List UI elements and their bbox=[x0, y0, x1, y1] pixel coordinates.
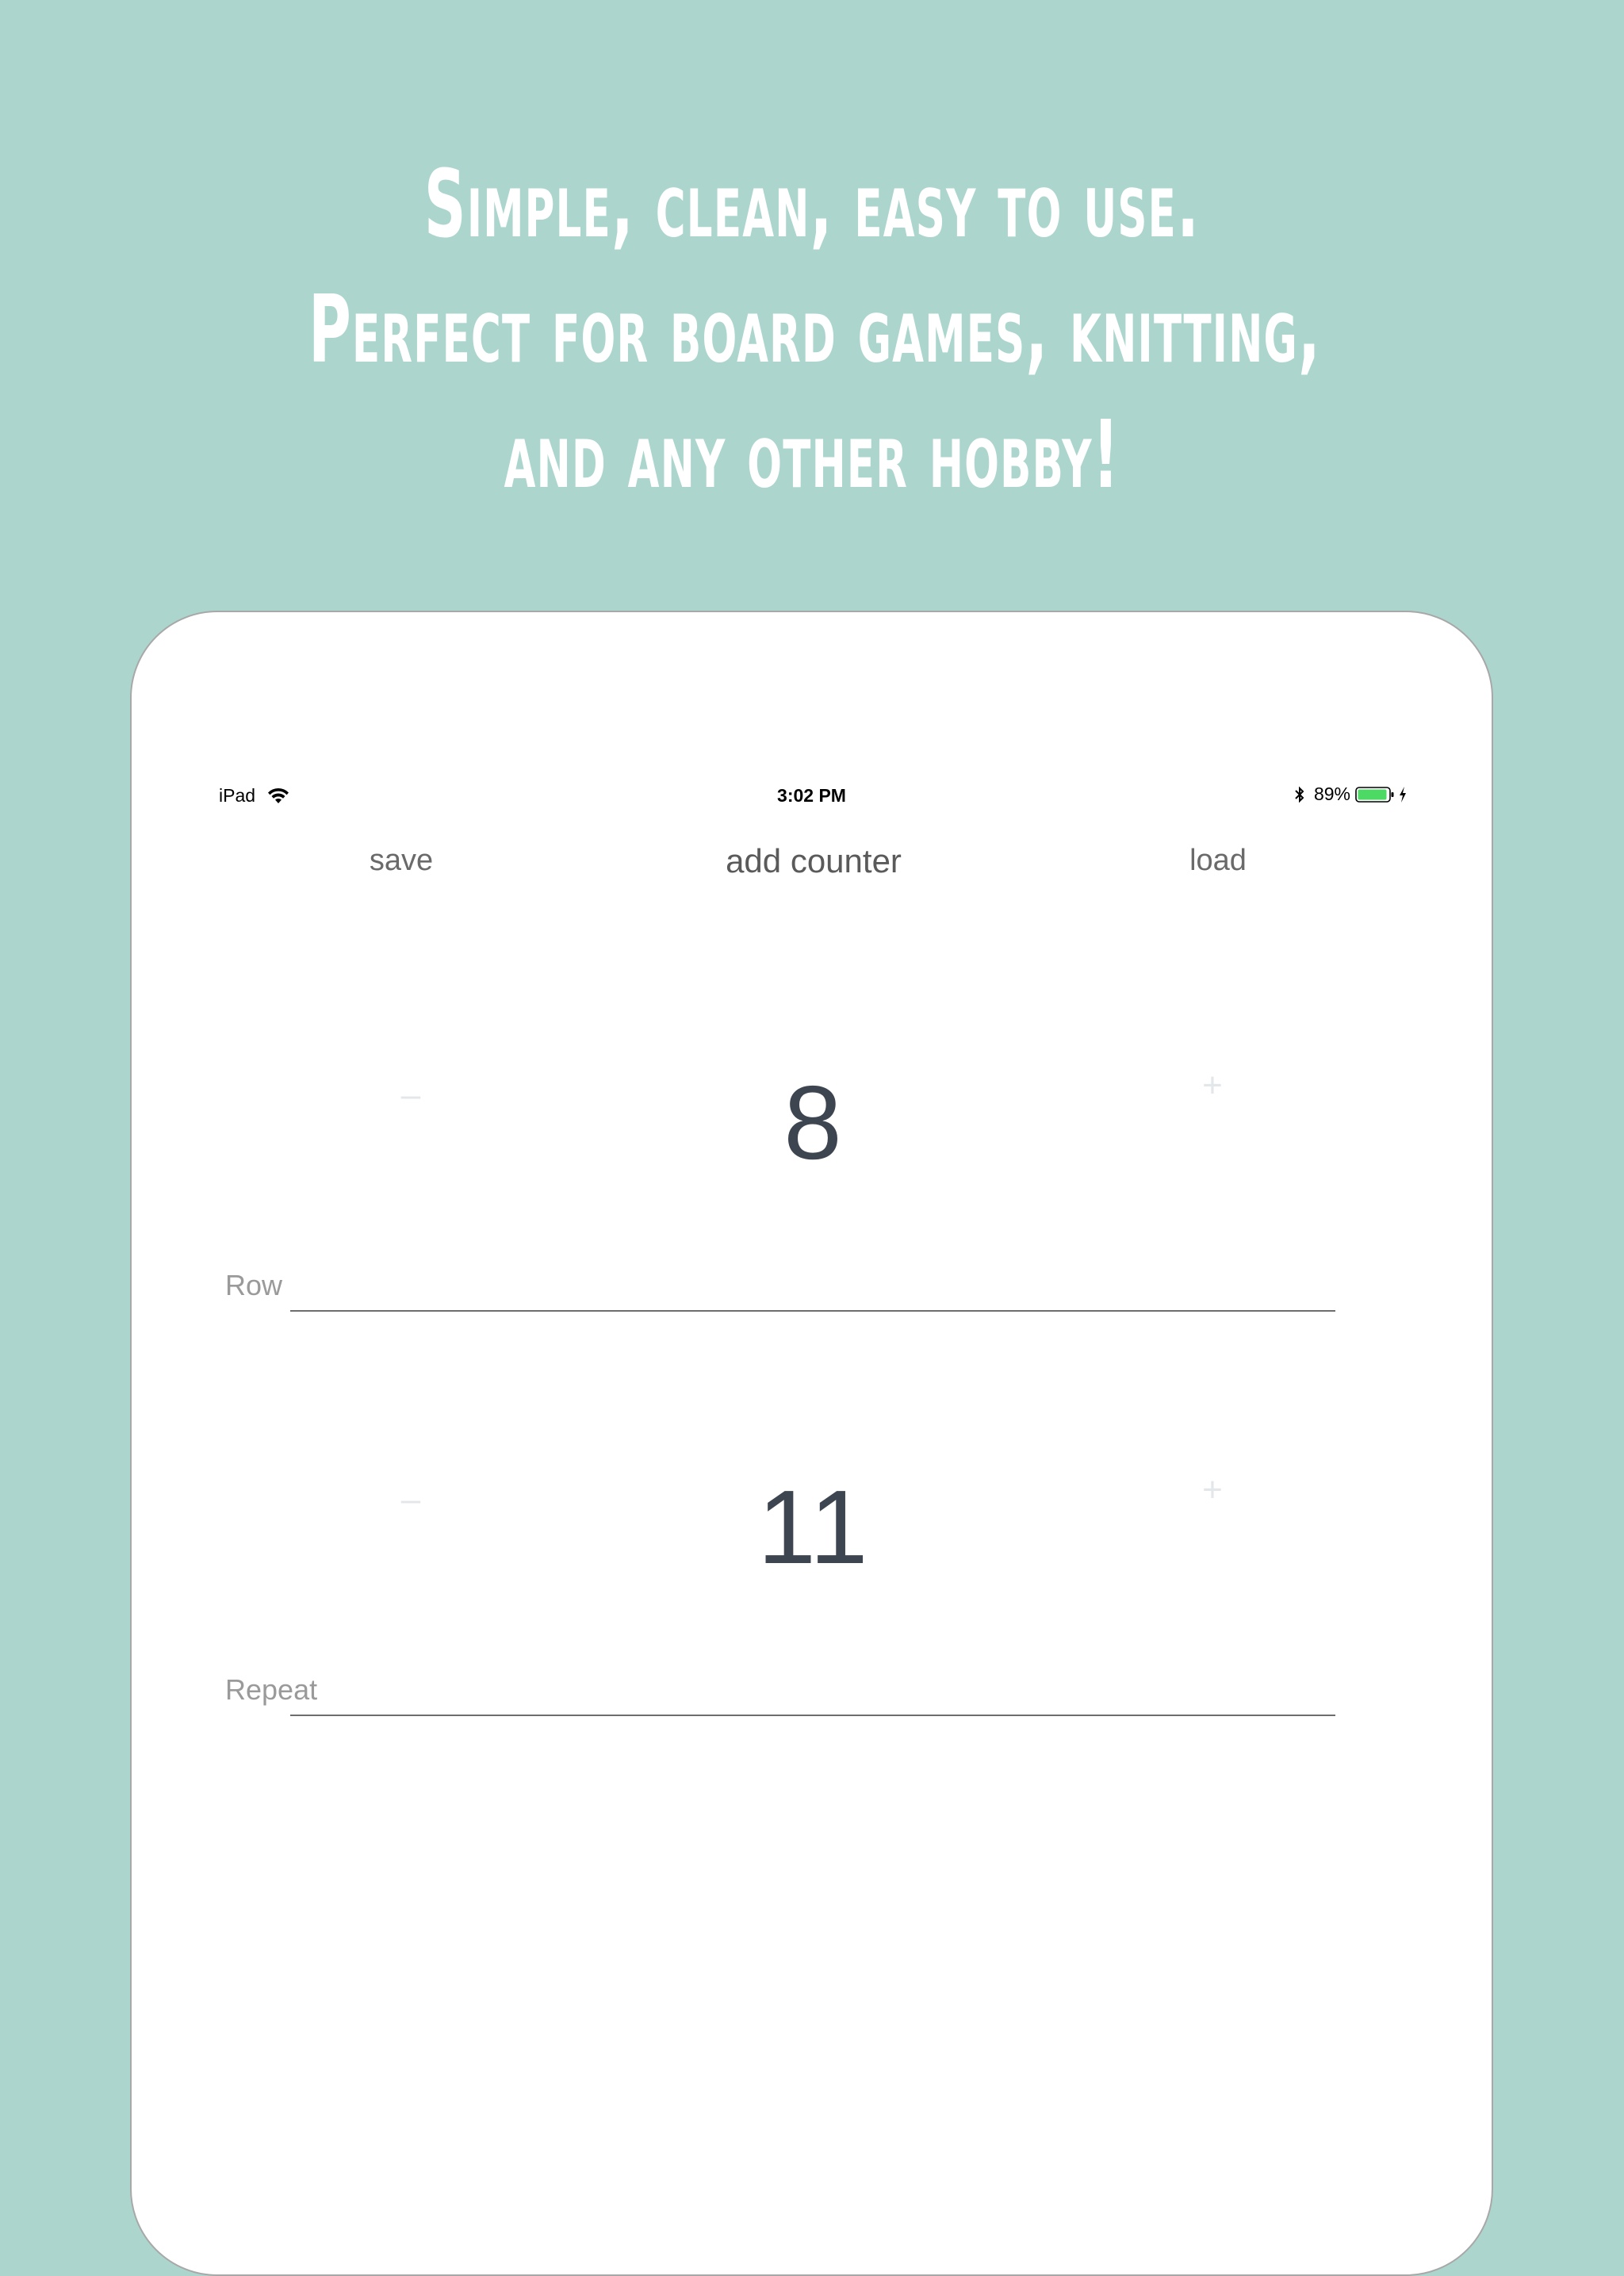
save-button[interactable]: save bbox=[354, 844, 449, 878]
load-button[interactable]: load bbox=[1170, 844, 1266, 878]
decrement-button-repeat[interactable]: – bbox=[379, 1480, 442, 1519]
counter-value-repeat: 11 bbox=[757, 1469, 870, 1585]
charging-icon bbox=[1400, 786, 1406, 803]
battery-icon bbox=[1355, 786, 1394, 803]
battery-percent: 89% bbox=[1313, 784, 1350, 804]
status-right: 89% bbox=[1293, 784, 1408, 805]
increment-button-repeat[interactable]: + bbox=[1181, 1470, 1244, 1510]
marketing-headline: Simple, clean, easy to use. Perfect for … bbox=[308, 141, 1322, 517]
status-time: 3:02 PM bbox=[777, 785, 846, 806]
decrement-button-row[interactable]: – bbox=[379, 1075, 442, 1115]
counter-label-repeat: Repeat bbox=[225, 1673, 318, 1706]
ipad-screen: iPad 3:02 PM 89% save add counter load –… bbox=[130, 611, 1493, 2276]
headline-line-3: and any other hobby! bbox=[504, 400, 1120, 509]
add-counter-button[interactable]: add counter bbox=[647, 842, 980, 880]
increment-button-row[interactable]: + bbox=[1181, 1066, 1244, 1105]
headline-line-2: Perfect for board games, knitting, bbox=[308, 274, 1322, 384]
counter-label-row: Row bbox=[225, 1269, 283, 1301]
counter-divider-repeat bbox=[290, 1715, 1335, 1716]
counter-value-row: 8 bbox=[783, 1064, 844, 1181]
counter-divider-row bbox=[290, 1310, 1335, 1312]
bluetooth-icon bbox=[1295, 786, 1304, 803]
headline-line-1: Simple, clean, easy to use. bbox=[423, 149, 1201, 259]
